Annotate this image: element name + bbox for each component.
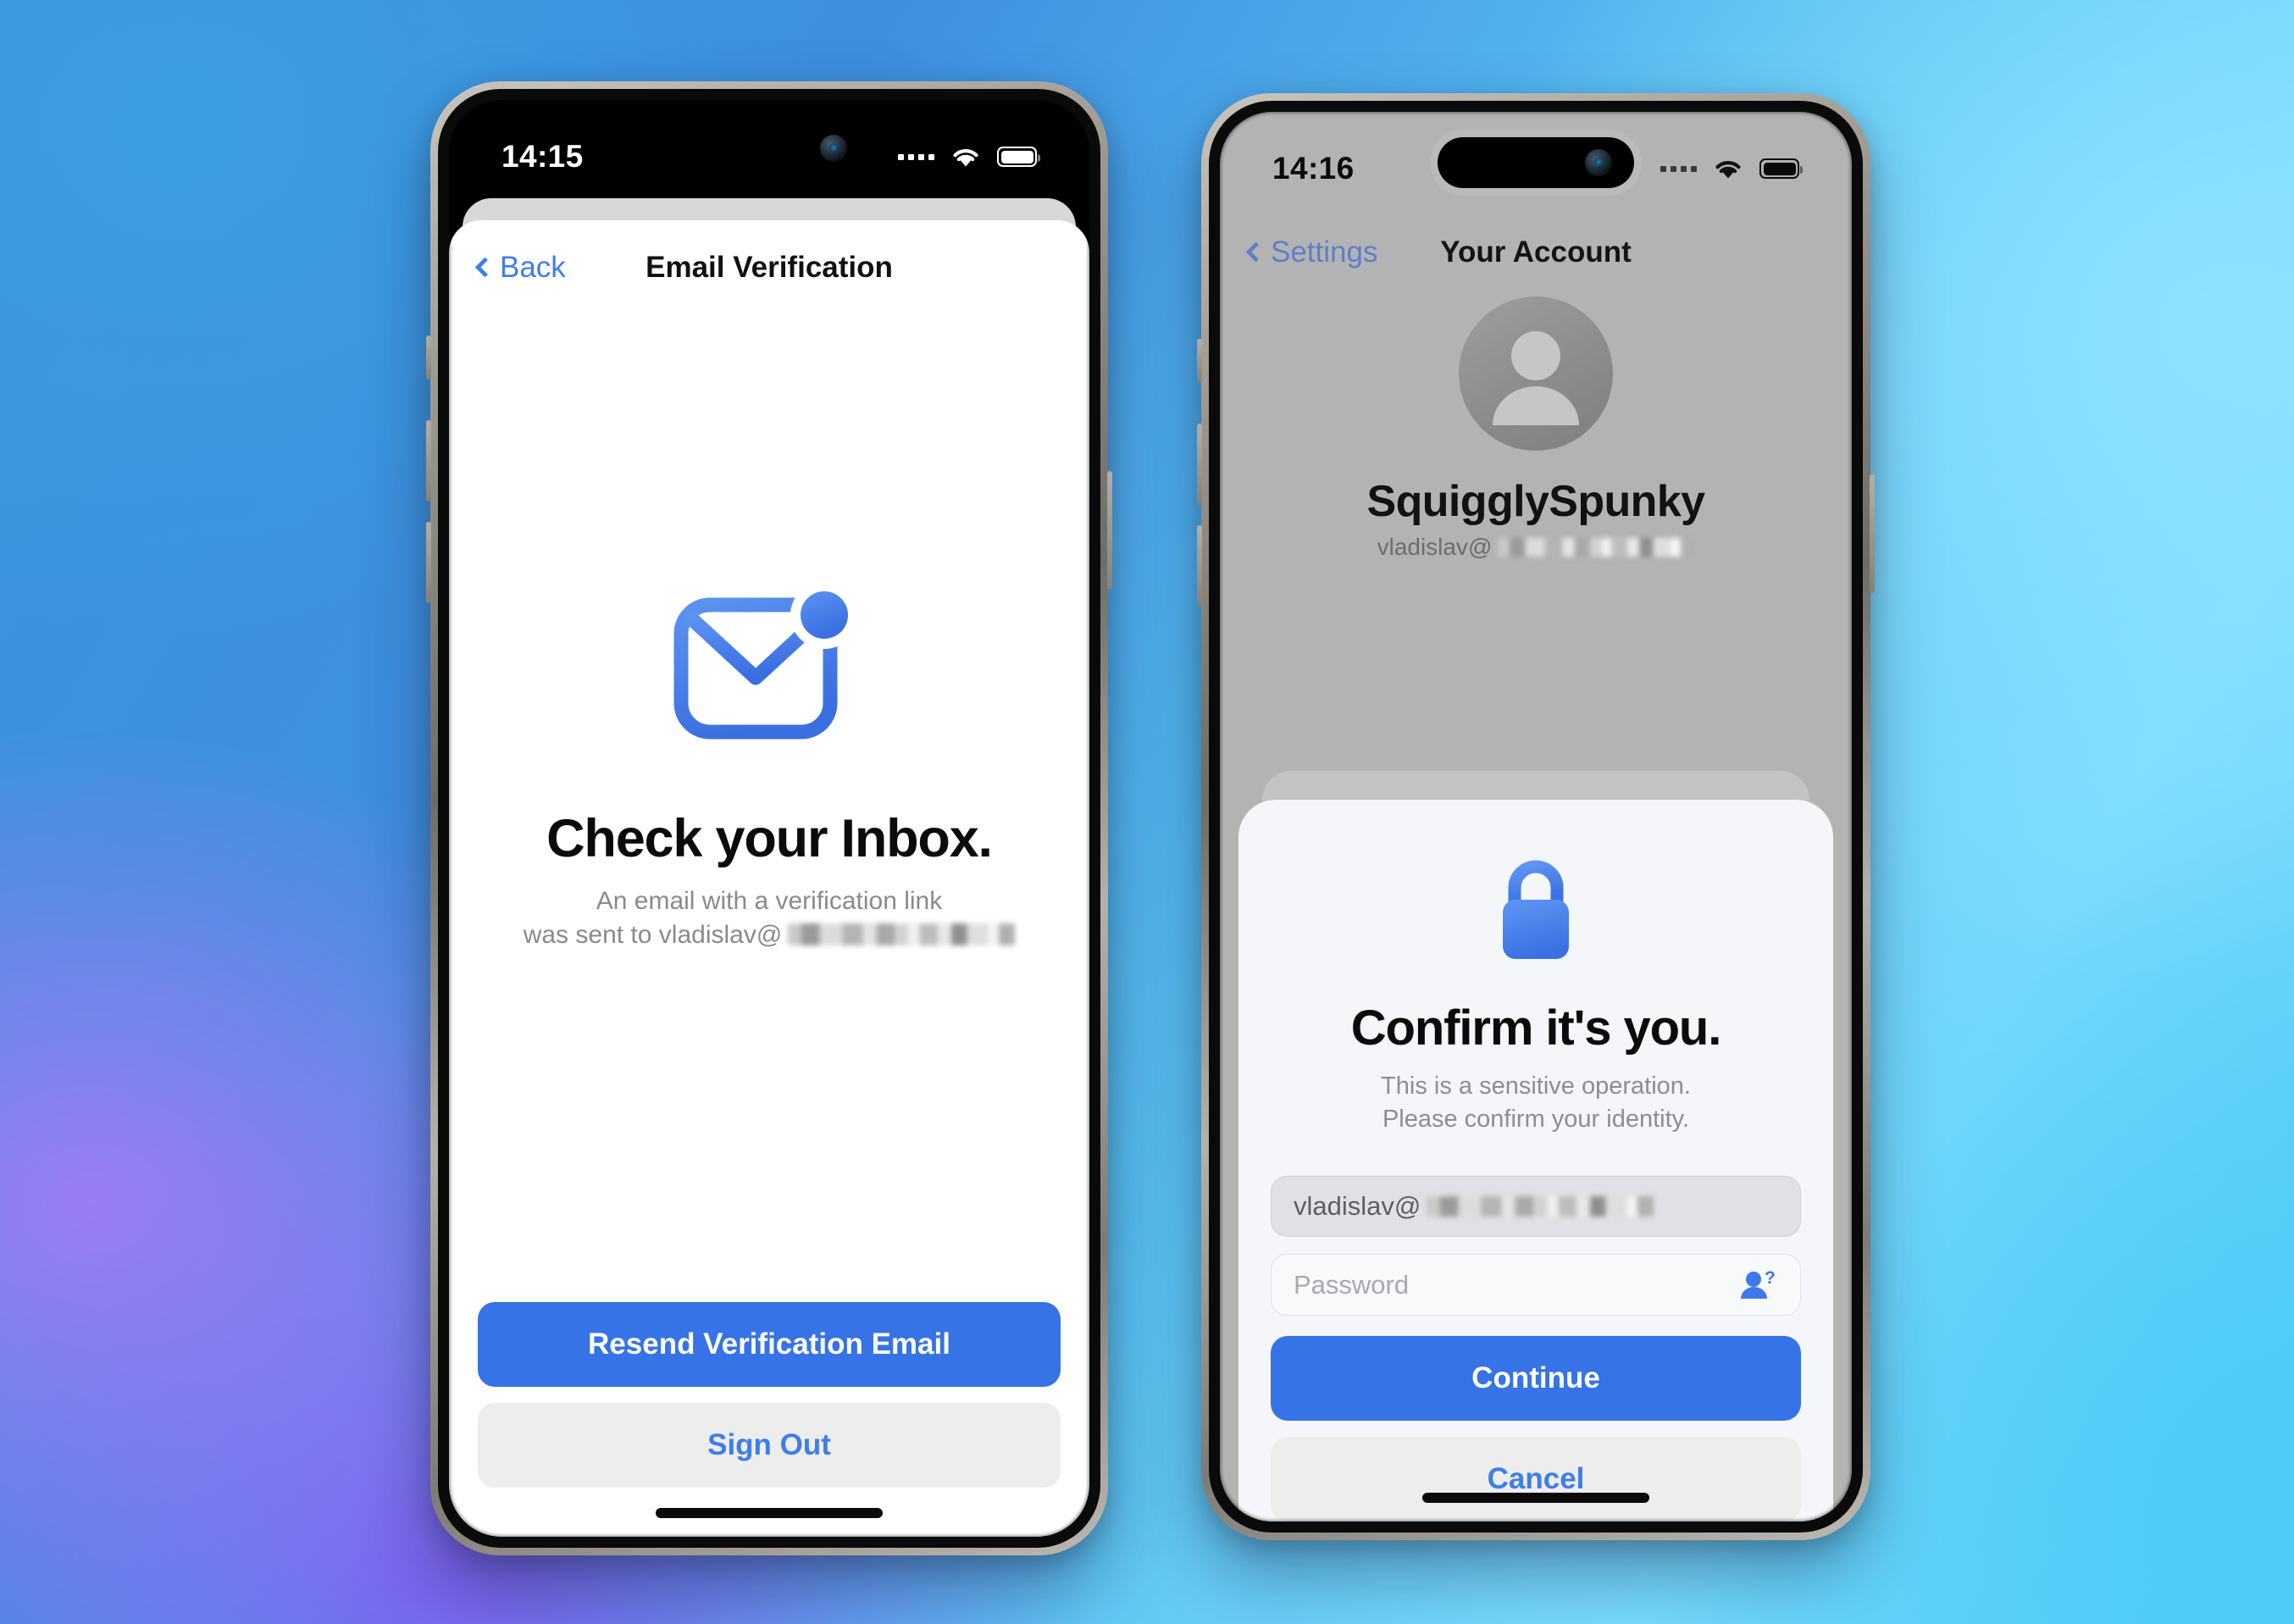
hero-subtitle-line1: An email with a verification link (596, 886, 943, 915)
volume-down-button[interactable] (426, 522, 431, 603)
email-field-value: vladislav@ (1294, 1191, 1421, 1222)
home-indicator[interactable] (656, 1508, 883, 1518)
lock-icon (1503, 860, 1569, 959)
notch (669, 122, 869, 175)
back-button-label: Back (500, 251, 566, 284)
redacted-email-domain (788, 923, 1016, 946)
password-field-placeholder: Password (1294, 1269, 1410, 1300)
power-button[interactable] (1107, 471, 1112, 590)
account-username: SquigglySpunky (1366, 477, 1706, 526)
sign-out-button[interactable]: Sign Out (478, 1403, 1061, 1488)
person-question-icon[interactable]: ? (1739, 1268, 1778, 1302)
screen-right: 14:16 Settings Your Account SquigglySpun… (1220, 112, 1852, 1521)
verification-content: Check your Inbox. An email with a verifi… (449, 315, 1089, 1302)
background-gradient (0, 0, 2294, 1624)
mute-switch[interactable] (1197, 339, 1202, 383)
account-email-prefix: vladislav@ (1377, 534, 1493, 560)
redacted-email-domain (1498, 538, 1695, 557)
navigation-bar: Back Email Verification (449, 220, 1089, 315)
home-indicator[interactable] (1422, 1493, 1649, 1503)
cellular-signal-icon (898, 153, 934, 160)
status-time: 14:16 (1272, 151, 1355, 186)
battery-icon (997, 147, 1040, 167)
modal-title: Confirm it's you. (1350, 1000, 1722, 1056)
modal-subtitle: This is a sensitive operation. Please co… (1271, 1070, 1801, 1137)
confirm-identity-modal: Confirm it's you. This is a sensitive op… (1238, 800, 1833, 1521)
hero-subtitle-line2: was sent to vladislav@ (523, 920, 783, 949)
hero-title: Check your Inbox. (546, 808, 993, 868)
envelope-notification-icon (669, 581, 869, 751)
volume-up-button[interactable] (1197, 424, 1202, 505)
email-field: vladislav@ (1271, 1175, 1801, 1238)
phone-left: 14:15 Back Email Verification Check your… (426, 81, 1112, 1555)
mute-switch[interactable] (426, 335, 431, 380)
hero-subtitle: An email with a verification link was se… (524, 884, 1016, 952)
modal-subtitle-line1: This is a sensitive operation. (1381, 1073, 1691, 1100)
svg-text:?: ? (1765, 1268, 1776, 1288)
back-button[interactable]: Back (474, 251, 566, 285)
person-avatar-icon[interactable] (1459, 297, 1613, 451)
cancel-button[interactable]: Cancel (1271, 1437, 1801, 1521)
phone-right: 14:16 Settings Your Account SquigglySpun… (1197, 93, 1875, 1540)
password-field[interactable]: Password ? (1271, 1254, 1801, 1316)
modal-subtitle-line2: Please confirm your identity. (1382, 1106, 1690, 1133)
navigation-bar: Settings Your Account (1220, 212, 1852, 293)
wifi-icon (953, 148, 978, 166)
resend-verification-email-button[interactable]: Resend Verification Email (478, 1302, 1061, 1387)
account-email: vladislav@ (1377, 534, 1695, 561)
front-camera-icon (820, 135, 847, 162)
power-button[interactable] (1870, 474, 1875, 593)
wifi-icon (1715, 160, 1741, 178)
status-time: 14:15 (501, 139, 584, 174)
account-header: SquigglySpunky vladislav@ (1220, 297, 1852, 561)
action-buttons: Resend Verification Email Sign Out (449, 1302, 1089, 1537)
volume-down-button[interactable] (1197, 525, 1202, 607)
page-title: Your Account (1440, 236, 1632, 269)
volume-up-button[interactable] (426, 420, 431, 502)
battery-icon (1759, 158, 1803, 179)
front-camera-icon (1585, 149, 1612, 176)
dynamic-island (1438, 137, 1634, 188)
continue-button[interactable]: Continue (1271, 1336, 1801, 1421)
email-verification-sheet: Back Email Verification Check your Inbox… (449, 220, 1089, 1537)
screen-left: 14:15 Back Email Verification Check your… (449, 100, 1089, 1537)
chevron-left-icon (474, 256, 496, 278)
redacted-email-domain (1427, 1196, 1654, 1217)
cellular-signal-icon (1660, 165, 1697, 172)
